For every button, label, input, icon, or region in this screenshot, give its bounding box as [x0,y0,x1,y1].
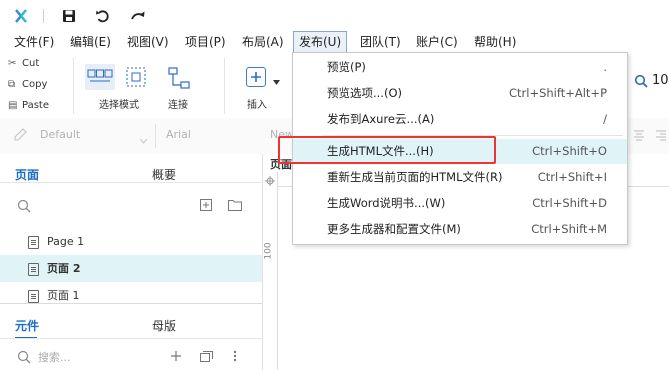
page-label: Page 1 [47,235,85,248]
menu-project[interactable]: 项目(P) [185,32,226,52]
page-icon [28,236,39,249]
font-select[interactable]: Arial [166,128,191,141]
divider [0,338,262,339]
left-panel: 页面 概要 Page 1 页面 2 页面 1 元件 母版 搜索... [0,154,263,370]
ribbon-divider [224,58,225,114]
add-library-icon[interactable] [170,350,182,365]
menu-item-generate-word[interactable]: 生成Word说明书...(W) Ctrl+Shift+D [293,191,627,216]
cut-label: Cut [22,58,40,69]
page-item[interactable]: Page 1 [0,228,262,255]
vertical-ruler [263,172,278,370]
menu-item-label: 发布到Axure云...(A) [327,112,435,126]
toolbar-divider [43,9,44,23]
menu-item-shortcut: Ctrl+Shift+I [537,170,607,184]
ruler-label: 100 [263,242,274,260]
zoom-input[interactable]: 10 [652,73,669,91]
marquee-select-icon[interactable] [125,66,147,88]
page-item-selected[interactable]: 页面 2 [0,255,262,282]
scissors-icon: ✂ [8,58,17,69]
search-icon[interactable] [17,199,31,216]
menu-item-shortcut: Ctrl+Shift+M [531,222,607,236]
menu-layout[interactable]: 布局(A) [242,32,284,52]
tab-masters[interactable]: 母版 [152,317,176,334]
menu-item-publish-axure-cloud[interactable]: 发布到Axure云...(A) / [293,107,627,132]
align-right-icon[interactable] [655,129,667,144]
menu-item-label: 生成Word说明书...(W) [327,196,446,210]
menu-item-label: 更多生成器和配置文件(M) [327,222,461,236]
cut-button[interactable]: ✂ Cut [8,56,39,72]
style-select[interactable]: Default [40,128,80,141]
select-mode-icon[interactable] [85,64,115,90]
page-label: 页面 1 [47,289,80,302]
paint-icon[interactable] [14,128,28,145]
connect-label: 连接 [168,100,188,111]
page-icon [28,290,39,303]
menu-item-shortcut: Ctrl+Shift+O [532,144,607,158]
tab-outline[interactable]: 概要 [152,166,176,183]
tab-widgets[interactable]: 元件 [15,317,39,334]
redo-icon[interactable] [129,7,147,25]
paste-icon: ▤ [8,100,18,111]
menu-item-regenerate-html[interactable]: 重新生成当前页面的HTML文件(R) Ctrl+Shift+I [293,165,627,190]
menu-item-shortcut: Ctrl+Shift+D [532,196,607,210]
ribbon-divider [73,58,74,114]
divider [0,303,262,304]
menu-item-label: 重新生成当前页面的HTML文件(R) [327,170,503,184]
menu-publish[interactable]: 发布(U) [293,31,348,53]
chevron-down-icon[interactable] [139,133,148,147]
crosshair-icon [265,175,275,189]
highlight-annotation-box [278,136,496,164]
select-mode-label: 选择模式 [99,100,139,111]
menu-item-preview[interactable]: 预览(P) . [293,55,627,80]
page-label: 页面 2 [47,262,81,275]
page-icon [28,263,39,276]
widget-search-input[interactable]: 搜索... [38,349,71,365]
add-page-icon[interactable] [200,199,212,214]
paste-button[interactable]: ▤ Paste [8,98,49,114]
insert-icon[interactable] [246,67,266,87]
more-options-icon[interactable] [233,350,237,365]
chevron-down-icon[interactable] [273,74,280,88]
copy-button[interactable]: ⧉ Copy [8,77,47,93]
copy-icon: ⧉ [8,79,16,90]
divider [0,182,262,183]
connect-icon[interactable] [167,66,191,90]
menu-item-shortcut: / [603,112,607,126]
library-icon[interactable] [200,350,214,365]
tab-pages[interactable]: 页面 [15,166,39,183]
search-icon[interactable] [17,350,31,367]
menu-item-preview-options[interactable]: 预览选项...(O) Ctrl+Shift+Alt+P [293,81,627,106]
menu-item-shortcut: . [603,60,607,74]
menu-view[interactable]: 视图(V) [127,32,169,52]
format-divider [155,124,156,148]
copy-label: Copy [22,79,48,90]
menu-team[interactable]: 团队(T) [360,32,401,52]
menu-item-label: 预览选项...(O) [327,86,402,100]
menu-help[interactable]: 帮助(H) [474,32,516,52]
align-center-icon[interactable] [633,129,645,144]
menu-item-label: 预览(P) [327,60,366,74]
logo-icon [12,7,30,25]
zoom-search-icon[interactable] [634,74,648,91]
title-toolbar [0,0,669,32]
menu-account[interactable]: 账户(C) [416,32,458,52]
save-icon[interactable] [60,7,78,25]
menu-edit[interactable]: 编辑(E) [70,32,111,52]
paste-label: Paste [22,100,49,111]
menu-file[interactable]: 文件(F) [14,32,54,52]
menu-item-shortcut: Ctrl+Shift+Alt+P [508,86,607,100]
folder-icon[interactable] [228,199,242,214]
undo-icon[interactable] [94,7,112,25]
page-item[interactable]: 页面 1 [0,282,262,309]
menu-bar: 文件(F) 编辑(E) 视图(V) 项目(P) 布局(A) 发布(U) 团队(T… [0,31,669,53]
menu-item-more-generators[interactable]: 更多生成器和配置文件(M) Ctrl+Shift+M [293,217,627,242]
insert-label: 插入 [247,100,267,111]
